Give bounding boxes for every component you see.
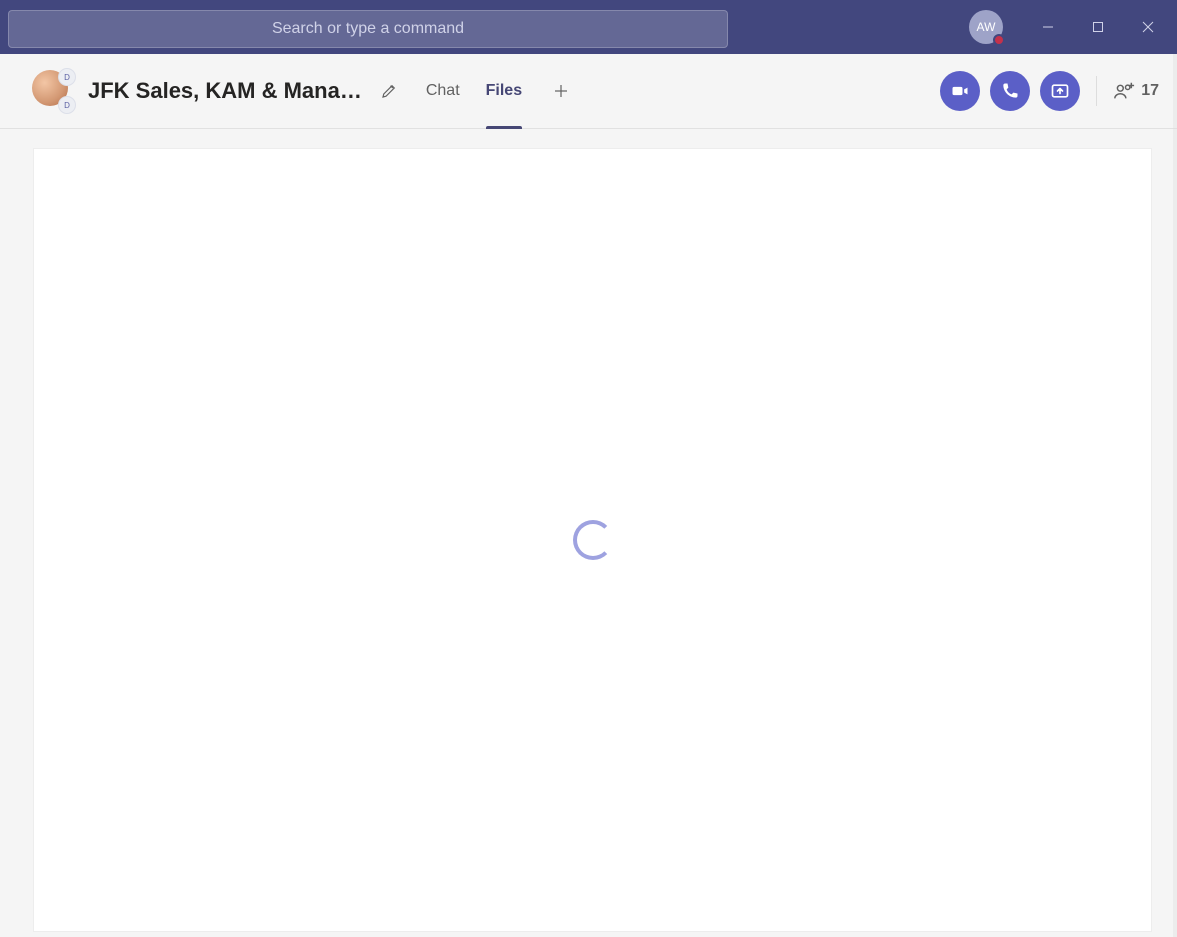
window-minimize-button[interactable] <box>1025 10 1071 44</box>
me-initials: AW <box>977 20 996 34</box>
phone-icon <box>1000 81 1020 101</box>
chat-header: D D JFK Sales, KAM & Mana… Chat Files <box>0 54 1177 129</box>
avatar-small-badge-bottom: D <box>58 96 76 114</box>
tab-chat-label: Chat <box>426 82 460 100</box>
share-screen-icon <box>1050 81 1070 101</box>
scrollbar[interactable] <box>1173 54 1177 937</box>
main-content <box>0 129 1177 937</box>
search-placeholder: Search or type a command <box>272 20 464 38</box>
video-icon <box>950 81 970 101</box>
participants-count: 17 <box>1141 82 1159 100</box>
chat-header-actions: 17 <box>940 54 1159 128</box>
add-tab-button[interactable] <box>548 78 574 104</box>
video-call-button[interactable] <box>940 71 980 111</box>
tab-files-label: Files <box>486 82 522 100</box>
group-avatar[interactable]: D D <box>32 70 74 112</box>
files-panel <box>34 149 1151 931</box>
share-screen-button[interactable] <box>1040 71 1080 111</box>
plus-icon <box>552 82 570 100</box>
search-input[interactable]: Search or type a command <box>8 10 728 48</box>
titlebar-right: AW <box>969 0 1171 54</box>
titlebar: Search or type a command AW <box>0 0 1177 54</box>
chat-title: JFK Sales, KAM & Mana… <box>88 78 362 104</box>
pencil-icon <box>380 82 398 100</box>
loading-spinner-icon <box>573 520 613 560</box>
window-close-button[interactable] <box>1125 10 1171 44</box>
window-maximize-button[interactable] <box>1075 10 1121 44</box>
close-icon <box>1142 21 1154 33</box>
tab-files[interactable]: Files <box>486 54 522 128</box>
chat-tabs: Chat Files <box>426 54 574 128</box>
presence-busy-icon <box>993 34 1005 46</box>
avatar-small-badge-top: D <box>58 68 76 86</box>
me-avatar[interactable]: AW <box>969 10 1003 44</box>
divider <box>1096 76 1097 106</box>
maximize-icon <box>1092 21 1104 33</box>
tab-chat[interactable]: Chat <box>426 54 460 128</box>
participants-button[interactable]: 17 <box>1113 80 1159 102</box>
people-add-icon <box>1113 80 1135 102</box>
minimize-icon <box>1042 21 1054 33</box>
edit-chat-name-button[interactable] <box>376 78 402 104</box>
audio-call-button[interactable] <box>990 71 1030 111</box>
